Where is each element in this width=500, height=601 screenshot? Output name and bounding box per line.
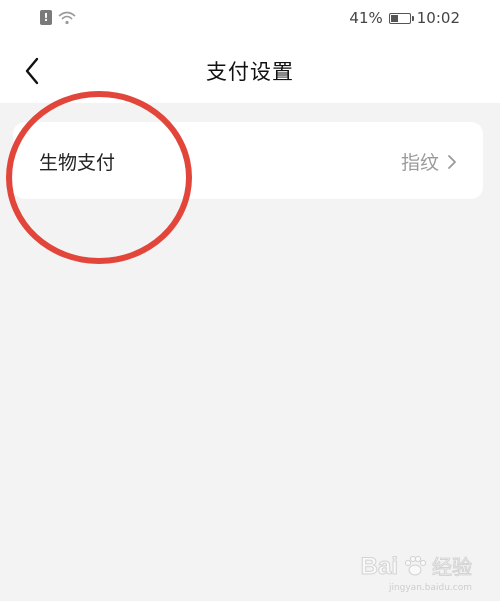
status-bar: ! 41% 10:02 [0, 0, 500, 40]
settings-item-label: 生物支付 [39, 152, 116, 174]
watermark-text: 经验 [432, 555, 473, 580]
watermark-url: jingyan.baidu.com [388, 583, 472, 593]
status-left: ! [40, 10, 76, 25]
settings-item-right: 指纹 [401, 148, 457, 175]
settings-item-biometric-payment[interactable]: 生物支付 指纹 [13, 122, 483, 199]
sim-alert-icon: ! [40, 10, 52, 25]
watermark-logo: Bai [360, 553, 398, 580]
status-time: 10:02 [416, 9, 460, 27]
battery-fill [390, 14, 398, 22]
watermark: Bai 经验 [360, 553, 473, 580]
paw-icon [402, 553, 428, 579]
page-title: 支付设置 [206, 60, 294, 84]
wifi-icon [58, 11, 76, 25]
chevron-right-icon [447, 154, 457, 170]
settings-item-value: 指纹 [400, 152, 439, 174]
battery-percent: 41% [349, 9, 383, 27]
battery-icon [388, 12, 414, 24]
status-right: 41% 10:02 [349, 9, 460, 27]
nav-bar: 支付设置 [0, 40, 500, 103]
